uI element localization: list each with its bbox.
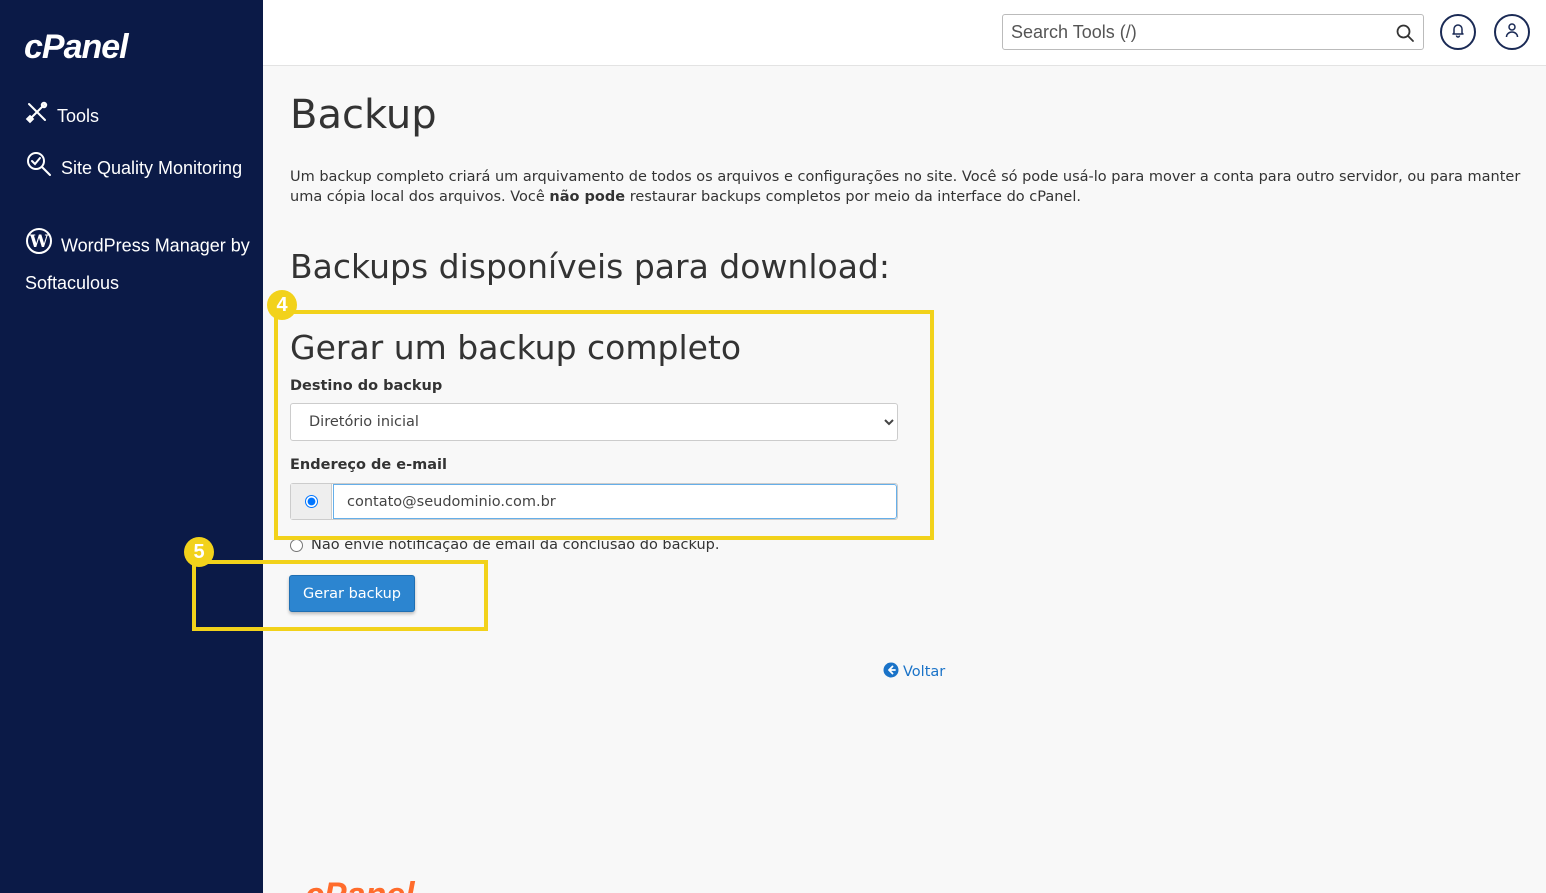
back-link-label: Voltar	[903, 664, 946, 680]
user-menu-button[interactable]	[1494, 14, 1530, 50]
step-badge-4: 4	[267, 290, 297, 320]
search-icon[interactable]	[1395, 23, 1415, 47]
sidebar-item-site-quality-monitoring[interactable]: Site Quality Monitoring	[25, 150, 245, 188]
sidebar-item-label: Site Quality Monitoring	[61, 157, 243, 178]
search-box	[1002, 14, 1424, 50]
svg-text:W: W	[28, 232, 49, 252]
sidebar-item-tools[interactable]: Tools	[25, 100, 99, 134]
search-input[interactable]	[1011, 19, 1391, 45]
sidebar: cPanel Tools Site Quality Monitoring W W…	[0, 0, 263, 893]
highlight-box-step-4	[274, 310, 934, 540]
description-bold-text: não pode	[549, 189, 626, 205]
page-title: Backup	[290, 92, 437, 138]
available-backups-heading: Backups disponíveis para download:	[290, 247, 890, 286]
description-text-end: restaurar backups completos por meio da …	[625, 189, 1081, 205]
step-badge-5: 5	[184, 537, 214, 567]
tools-icon	[25, 100, 49, 134]
sidebar-item-wordpress-manager[interactable]: W WordPress Manager by Softaculous	[25, 227, 255, 300]
arrow-left-circle-icon	[883, 662, 899, 682]
highlight-box-step-5	[192, 560, 488, 631]
notifications-button[interactable]	[1440, 14, 1476, 50]
sidebar-item-label: WordPress Manager by Softaculous	[25, 235, 250, 293]
no-notify-radio[interactable]	[290, 538, 303, 552]
footer-cpanel-logo: cPanel	[305, 878, 415, 893]
sidebar-item-label: Tools	[57, 106, 100, 126]
cpanel-logo[interactable]: cPanel	[24, 28, 129, 67]
top-header	[263, 0, 1546, 66]
page-description: Um backup completo criará um arquivament…	[290, 167, 1540, 207]
search-check-icon	[25, 150, 53, 188]
bell-icon	[1450, 22, 1466, 42]
back-link[interactable]: Voltar	[883, 662, 945, 682]
user-icon	[1504, 22, 1520, 42]
wordpress-icon: W	[25, 227, 53, 266]
